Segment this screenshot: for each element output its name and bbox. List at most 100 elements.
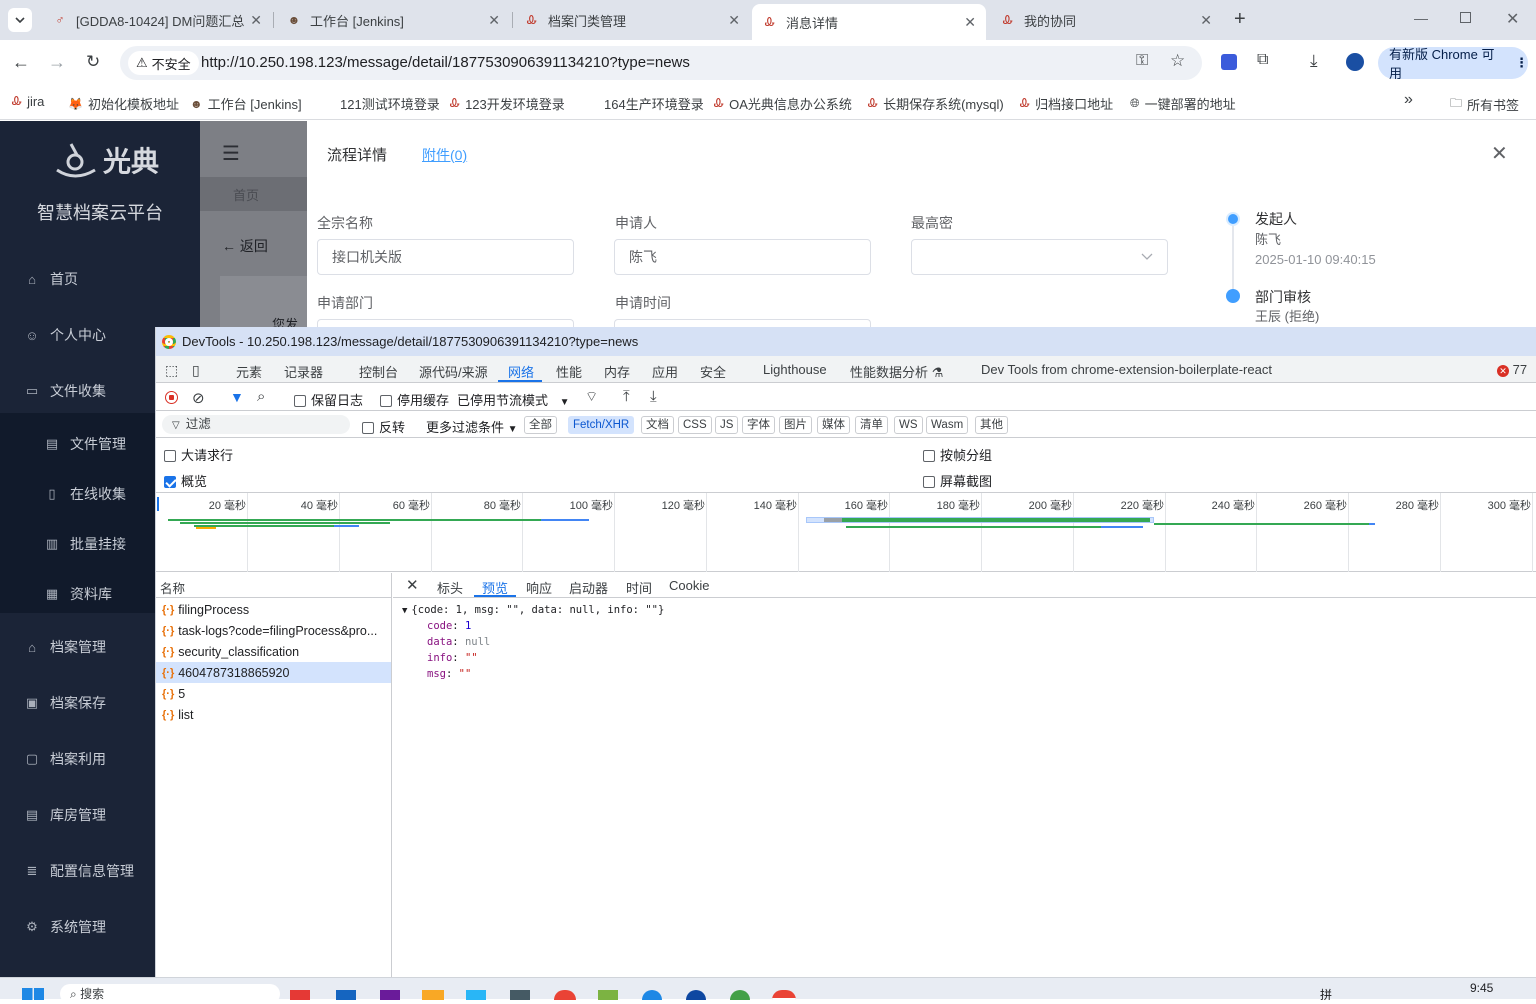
- translate-extension-icon[interactable]: [1221, 54, 1237, 70]
- star-icon[interactable]: ☆: [1170, 51, 1185, 71]
- device-toolbar-icon[interactable]: ▯: [192, 362, 200, 379]
- tab-memory[interactable]: 内存: [604, 362, 630, 381]
- request-row-selected[interactable]: {·} 4604787318865920: [156, 662, 391, 683]
- bookmark[interactable]: 164生产环境登录: [604, 94, 704, 113]
- key-icon[interactable]: ⚿: [1136, 52, 1148, 70]
- tab-process-detail[interactable]: 流程详情: [327, 144, 387, 165]
- filter-chip-css[interactable]: CSS: [678, 416, 712, 434]
- group-by-frame-checkbox[interactable]: 按帧分组: [923, 445, 992, 464]
- invert-checkbox[interactable]: 反转: [362, 417, 405, 436]
- tab-response[interactable]: 响应: [526, 578, 552, 597]
- back-link[interactable]: ← 返回: [222, 236, 268, 256]
- bookmark[interactable]: 121测试环境登录: [340, 94, 440, 113]
- big-rows-checkbox[interactable]: 大请求行: [164, 445, 233, 464]
- reload-icon[interactable]: ↻: [86, 52, 100, 72]
- tab-timing[interactable]: 时间: [626, 578, 652, 597]
- bookmark[interactable]: Ꮂ 归档接口地址: [1020, 94, 1113, 113]
- browser-tab[interactable]: Ꮂ 档案门类管理 ✕: [514, 4, 750, 36]
- tab-network[interactable]: 网络: [508, 362, 534, 381]
- throttling-select[interactable]: 已停用节流模式 ▼: [457, 390, 570, 409]
- browser-tab-active[interactable]: Ꮂ 消息详情 ✕: [752, 4, 986, 40]
- json-root[interactable]: ▼ {code: 1, msg: "", data: null, info: ""…: [402, 604, 664, 616]
- request-row[interactable]: {·} task-logs?code=filingProcess&pro...: [156, 620, 391, 641]
- bookmark[interactable]: 🌐︎ 一键部署的地址: [1130, 94, 1236, 113]
- hamburger-icon[interactable]: ☰: [222, 141, 240, 166]
- tab-cookie[interactable]: Cookie: [669, 578, 709, 593]
- close-detail-icon[interactable]: ✕: [406, 576, 419, 594]
- tab-application[interactable]: 应用: [652, 362, 678, 381]
- disable-cache-checkbox[interactable]: 停用缓存: [380, 390, 449, 409]
- browser-tab[interactable]: ♂ [GDDA8-10424] DM问题汇总 ✕: [42, 4, 272, 36]
- bookmark[interactable]: Ꮂ 长期保存系统(mysql): [868, 94, 1004, 113]
- applicant-field[interactable]: 陈飞: [614, 239, 871, 275]
- tab-search-button[interactable]: [8, 8, 32, 32]
- close-tab-icon[interactable]: ✕: [250, 12, 262, 29]
- more-filters-dropdown[interactable]: 更多过滤条件 ▼: [426, 417, 518, 436]
- bookmark[interactable]: 🦊 初始化模板地址: [68, 94, 179, 113]
- all-bookmarks[interactable]: 🗀 所有书签: [1450, 94, 1519, 115]
- tab-recorder[interactable]: 记录器: [284, 362, 323, 381]
- close-tab-icon[interactable]: ✕: [1200, 12, 1212, 29]
- security-chip[interactable]: ⚠ 不安全: [128, 51, 199, 75]
- minimize-button[interactable]: —: [1414, 10, 1428, 26]
- profile-avatar[interactable]: [1346, 53, 1364, 71]
- record-stop-icon[interactable]: [165, 391, 178, 404]
- more-bookmarks-button[interactable]: »: [1404, 91, 1413, 109]
- filter-chip-all[interactable]: 全部: [524, 416, 557, 434]
- filter-chip-media[interactable]: 媒体: [817, 416, 850, 434]
- taskbar-search[interactable]: ⌕ 搜索: [60, 984, 280, 1004]
- search-icon[interactable]: ⌕: [257, 388, 265, 405]
- import-har-icon[interactable]: ⤒: [623, 388, 630, 405]
- windows-start-icon[interactable]: [22, 988, 44, 1000]
- tab-extension[interactable]: Dev Tools from chrome-extension-boilerpl…: [981, 362, 1272, 377]
- quanzong-field[interactable]: 接口机关版: [317, 239, 574, 275]
- forward-arrow-icon[interactable]: →: [48, 52, 66, 73]
- filter-chip-font[interactable]: 字体: [742, 416, 775, 434]
- filter-chip-wasm[interactable]: Wasm: [926, 416, 969, 434]
- secret-level-select[interactable]: [911, 239, 1168, 275]
- url-text[interactable]: http://10.250.198.123/message/detail/187…: [201, 54, 690, 71]
- restore-button[interactable]: [1460, 12, 1471, 23]
- network-overview-timeline[interactable]: 20 毫秒 40 毫秒 60 毫秒 80 毫秒 100 毫秒 120 毫秒 14…: [156, 492, 1536, 572]
- breadcrumb-home[interactable]: 首页: [233, 185, 259, 204]
- name-column-header[interactable]: 名称: [160, 578, 185, 597]
- filter-chip-manifest[interactable]: 清单: [855, 416, 888, 434]
- bookmark[interactable]: Ꮂjira: [12, 94, 44, 109]
- error-badge[interactable]: ✕ 77: [1497, 362, 1527, 377]
- preserve-log-checkbox[interactable]: 保留日志: [294, 390, 363, 409]
- export-har-icon[interactable]: ⤓: [650, 388, 657, 405]
- tab-performance[interactable]: 性能: [556, 362, 582, 381]
- tab-console[interactable]: 控制台: [359, 362, 398, 381]
- address-bar[interactable]: ⚠ 不安全 http://10.250.198.123/message/detai…: [120, 46, 1202, 80]
- close-tab-icon[interactable]: ✕: [728, 12, 740, 29]
- bookmark[interactable]: Ꮂ 123开发环境登录: [450, 94, 565, 113]
- tab-lighthouse[interactable]: Lighthouse: [763, 362, 827, 377]
- filter-chip-fetch-xhr[interactable]: Fetch/XHR: [568, 416, 635, 434]
- request-row[interactable]: {·} security_classification: [156, 641, 391, 662]
- filter-input[interactable]: ▽ 过滤: [162, 415, 350, 434]
- back-arrow-icon[interactable]: ←: [12, 52, 30, 73]
- tab-sources[interactable]: 源代码/来源: [419, 362, 488, 381]
- inspect-icon[interactable]: ⬚: [165, 362, 178, 379]
- update-chrome-button[interactable]: 有新版 Chrome 可用 ⋮: [1378, 47, 1528, 81]
- close-tab-icon[interactable]: ✕: [488, 12, 500, 29]
- network-conditions-icon[interactable]: ⌔: [585, 388, 598, 406]
- filter-chip-doc[interactable]: 文档: [641, 416, 674, 434]
- close-window-button[interactable]: ✕: [1506, 9, 1519, 29]
- close-tab-icon[interactable]: ✕: [964, 14, 976, 31]
- extensions-icon[interactable]: ⧉: [1257, 51, 1268, 69]
- tab-attachment[interactable]: 附件(0): [422, 145, 467, 165]
- browser-tab[interactable]: Ꮂ 我的协同 ✕: [990, 4, 1222, 36]
- request-row[interactable]: {·} filingProcess: [156, 599, 391, 620]
- filter-chip-ws[interactable]: WS: [894, 416, 923, 434]
- tab-initiator[interactable]: 启动器: [569, 578, 608, 597]
- bookmark[interactable]: ☻ 工作台 [Jenkins]: [190, 94, 302, 113]
- tab-headers[interactable]: 标头: [437, 578, 463, 597]
- new-tab-button[interactable]: +: [1234, 8, 1246, 31]
- close-icon[interactable]: ✕: [1491, 141, 1508, 166]
- filter-icon[interactable]: ▼: [230, 389, 244, 405]
- request-row[interactable]: {·} list: [156, 704, 391, 725]
- bookmark[interactable]: Ꮂ OA光典信息办公系统: [714, 94, 852, 113]
- filter-chip-other[interactable]: 其他: [975, 416, 1008, 434]
- tab-security[interactable]: 安全: [700, 362, 726, 381]
